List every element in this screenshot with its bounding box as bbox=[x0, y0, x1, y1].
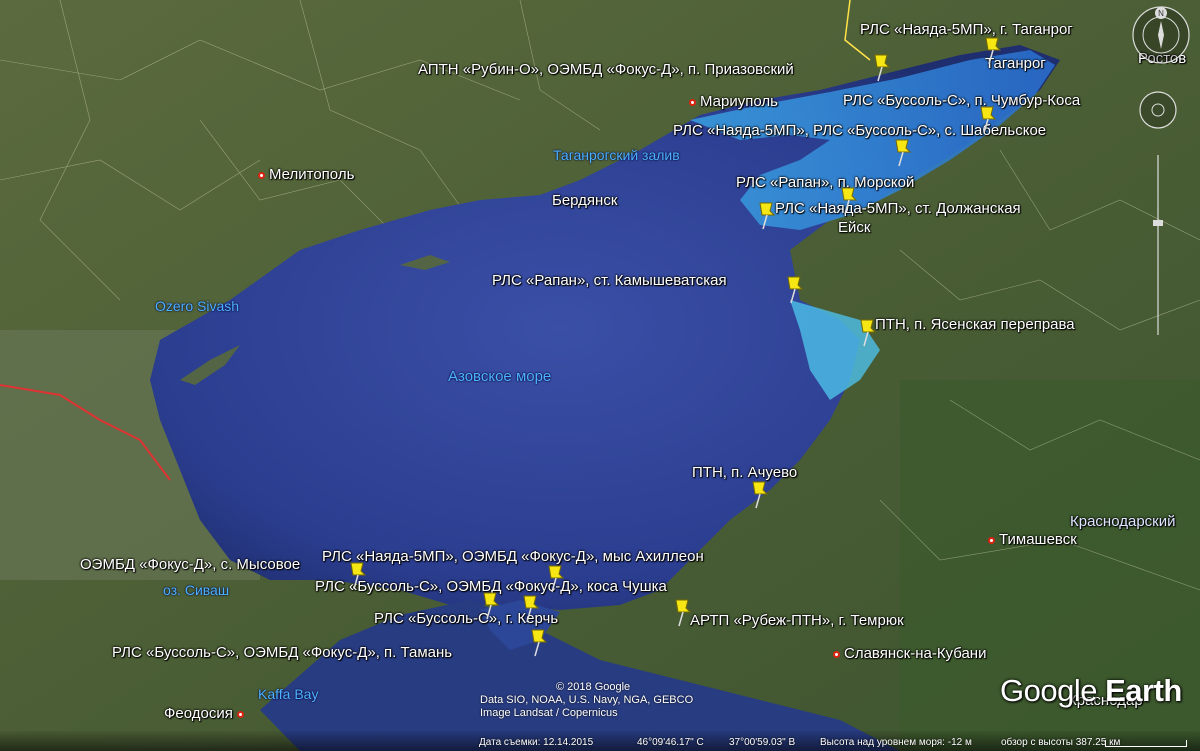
pushpin-icon[interactable] bbox=[348, 561, 370, 591]
status-eye-altitude: обзор с высоты 387.25 км bbox=[1001, 737, 1121, 748]
status-longitude: 37°00'59.03" В bbox=[729, 737, 796, 748]
city-feodosia[interactable]: Феодосия bbox=[164, 706, 248, 722]
placemark-label-priazovsky[interactable]: АПТН «Рубин-О», ОЭМБД «Фокус-Д», п. Приа… bbox=[418, 62, 794, 78]
placemark-label-temryuk[interactable]: АРТП «Рубеж-ПТН», г. Темрюк bbox=[690, 613, 904, 629]
credit-data: Data SIO, NOAA, U.S. Navy, NGA, GEBCO bbox=[480, 694, 694, 706]
pushpin-icon[interactable] bbox=[757, 201, 779, 231]
placemark-label-dolzhanskaya[interactable]: РЛС «Наяда-5МП», ст. Должанская bbox=[775, 201, 1021, 217]
status-imagery-date: Дата съемки: 12.14.2015 bbox=[479, 737, 594, 748]
placemark-label-morskoy[interactable]: РЛС «Рапан», п. Морской bbox=[736, 175, 914, 191]
compass-icon[interactable]: N bbox=[1130, 4, 1192, 66]
pushpin-icon[interactable] bbox=[546, 564, 568, 594]
pushpin-icon[interactable] bbox=[521, 594, 543, 624]
sea-label: Азовское море bbox=[448, 368, 552, 385]
city-slavyansk[interactable]: Славянск-на-Кубани bbox=[833, 646, 986, 662]
placemark-label-taman[interactable]: РЛС «Буссоль-С», ОЭМБД «Фокус-Д», п. Там… bbox=[112, 645, 452, 661]
city-timashevsk[interactable]: Тимашевск bbox=[988, 532, 1077, 548]
zoom-slider[interactable] bbox=[1152, 150, 1164, 340]
city-yeisk[interactable]: Ейск bbox=[838, 220, 870, 236]
placemark-label-achuevo[interactable]: ПТН, п. Ачуево bbox=[692, 465, 797, 481]
pushpin-icon[interactable] bbox=[978, 105, 1000, 135]
pushpin-icon[interactable] bbox=[872, 53, 894, 83]
placemark-label-mysovoe[interactable]: ОЭМБД «Фокус-Д», с. Мысовое bbox=[80, 557, 300, 573]
credit-imagery: Image Landsat / Copernicus bbox=[480, 707, 618, 719]
google-earth-logo: Google Earth bbox=[1000, 673, 1182, 708]
scale-bar bbox=[1105, 740, 1187, 747]
pushpin-icon[interactable] bbox=[893, 138, 915, 168]
pushpin-icon[interactable] bbox=[983, 36, 1005, 66]
city-melitopol[interactable]: Мелитополь bbox=[258, 167, 354, 183]
water-label-kaffa-bay: Kaffa Bay bbox=[258, 686, 319, 702]
pushpin-icon[interactable] bbox=[750, 480, 772, 510]
region-krasnodarsky: Краснодарский bbox=[1070, 513, 1176, 530]
pushpin-icon[interactable] bbox=[481, 591, 503, 621]
placemark-label-taganrog[interactable]: РЛС «Наяда-5МП», г. Таганрог bbox=[860, 22, 1073, 38]
water-label-taganrog-bay: Таганрогский залив bbox=[553, 147, 680, 163]
city-mariupol[interactable]: Мариуполь bbox=[689, 94, 778, 110]
pushpin-icon[interactable] bbox=[673, 598, 695, 628]
credit-copyright: © 2018 Google bbox=[556, 681, 631, 693]
city-dot-icon bbox=[988, 536, 995, 544]
pushpin-icon[interactable] bbox=[529, 628, 551, 658]
pushpin-icon[interactable] bbox=[839, 186, 861, 216]
city-dot-icon bbox=[258, 171, 265, 179]
compass-north-label: N bbox=[1158, 9, 1164, 18]
city-berdyansk[interactable]: Бердянск bbox=[552, 193, 617, 209]
placemark-label-yasenskaya[interactable]: ПТН, п. Ясенская переправа bbox=[875, 317, 1075, 333]
status-latitude: 46°09'46.17" С bbox=[637, 737, 704, 748]
placemark-label-kamyshevatskaya[interactable]: РЛС «Рапан», ст. Камышеватская bbox=[492, 273, 727, 289]
city-dot-icon bbox=[833, 650, 840, 658]
pushpin-icon[interactable] bbox=[858, 318, 880, 348]
placemark-label-chumbur[interactable]: РЛС «Буссоль-С», п. Чумбур-Коса bbox=[843, 93, 1080, 109]
look-joystick-icon[interactable] bbox=[1138, 90, 1178, 130]
city-dot-icon bbox=[689, 98, 696, 106]
satellite-imagery bbox=[0, 0, 1200, 751]
water-label-ozero-sivash: Ozero Sivash bbox=[155, 298, 240, 314]
map-view[interactable]: Таганрогский залив Ozero Sivash оз. Сива… bbox=[0, 0, 1200, 751]
pushpin-icon[interactable] bbox=[785, 275, 807, 305]
placemark-label-akhilleon[interactable]: РЛС «Наяда-5МП», ОЭМБД «Фокус-Д», мыс Ах… bbox=[322, 549, 704, 565]
status-elevation: Высота над уровнем моря: -12 м bbox=[820, 737, 972, 748]
city-dot-icon bbox=[236, 710, 244, 718]
water-label-oz-sivash: оз. Сиваш bbox=[163, 582, 230, 598]
